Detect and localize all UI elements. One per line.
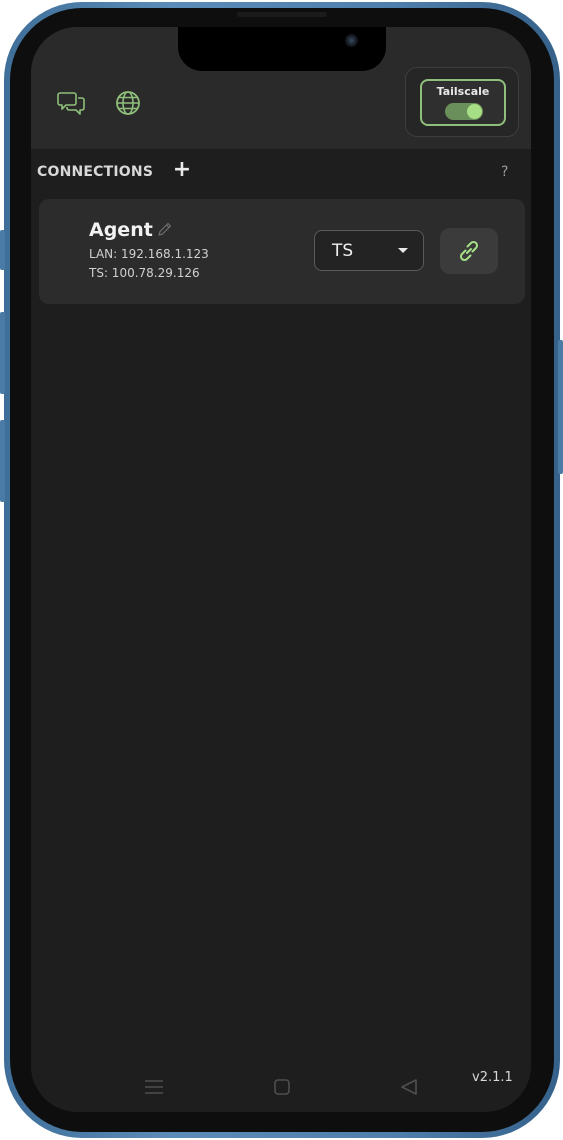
- earpiece-speaker: [237, 12, 327, 17]
- connection-name: Agent: [89, 219, 153, 241]
- nav-home-button[interactable]: [270, 1075, 294, 1099]
- lan-address: LAN: 192.168.1.123: [89, 247, 209, 261]
- add-connection-button[interactable]: +: [172, 159, 192, 181]
- tailscale-panel: Tailscale: [405, 67, 519, 137]
- app-screen: Tailscale CONNECTIONS + ? Agent LAN: 192…: [31, 27, 531, 1112]
- switch-knob: [467, 104, 482, 119]
- tailscale-toggle[interactable]: Tailscale: [420, 79, 506, 126]
- pencil-icon: [158, 222, 172, 236]
- volume-up-button: [0, 312, 5, 394]
- front-camera: [345, 34, 358, 47]
- nav-back-button[interactable]: [397, 1075, 421, 1099]
- app-version: v2.1.1: [472, 1070, 513, 1085]
- volume-down-button: [0, 420, 5, 502]
- connect-button[interactable]: [440, 228, 498, 274]
- back-triangle-icon: [401, 1079, 417, 1095]
- home-square-icon: [274, 1079, 290, 1095]
- caret-down-icon: [398, 248, 408, 253]
- help-button[interactable]: ?: [501, 164, 508, 180]
- connection-mode-value: TS: [332, 241, 354, 261]
- nav-recents-button[interactable]: [142, 1075, 166, 1099]
- edit-name-button[interactable]: [157, 221, 173, 237]
- ts-address: TS: 100.78.29.126: [89, 266, 200, 280]
- tailscale-label: Tailscale: [436, 85, 490, 98]
- globe-button[interactable]: [111, 86, 145, 120]
- chat-icon: [57, 92, 85, 115]
- chat-button[interactable]: [54, 86, 88, 120]
- connection-mode-select[interactable]: TS: [314, 230, 424, 271]
- tailscale-switch[interactable]: [445, 103, 483, 120]
- notch: [178, 27, 386, 71]
- power-button: [558, 340, 563, 474]
- globe-icon: [116, 91, 140, 115]
- mute-switch: [0, 230, 5, 270]
- link-icon: [459, 240, 479, 262]
- connections-title: CONNECTIONS: [37, 164, 154, 180]
- menu-icon: [145, 1080, 163, 1094]
- connection-card: Agent LAN: 192.168.1.123 TS: 100.78.29.1…: [39, 199, 525, 304]
